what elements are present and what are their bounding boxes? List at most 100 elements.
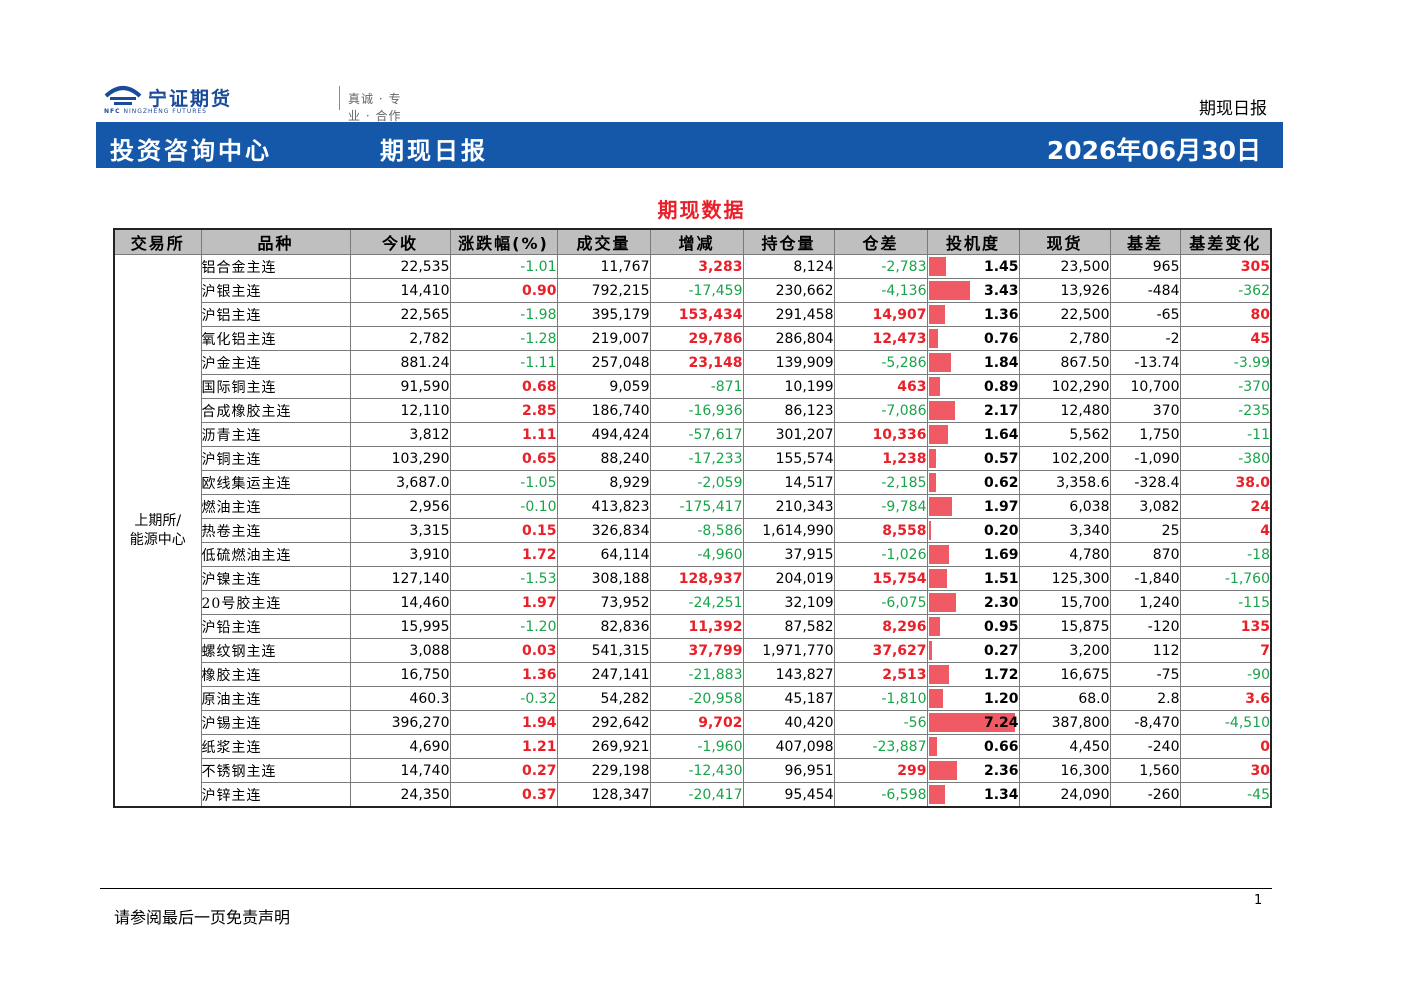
speculation-cell: 1.64 <box>926 422 1020 447</box>
close-cell: 24,350 <box>349 782 451 808</box>
table-row: 欧线集运主连 3,687.0 -1.05 8,929 -2,059 14,517 -2,18… <box>114 470 1272 495</box>
basis-change-cell: 38.0 <box>1179 470 1272 495</box>
column-header: 品种 <box>200 228 351 255</box>
spot-cell: 16,675 <box>1018 662 1111 687</box>
spot-cell: 5,562 <box>1018 422 1111 447</box>
open-interest-cell: 8,124 <box>742 254 835 279</box>
speculation-cell: 0.57 <box>926 446 1020 471</box>
speculation-value: 1.34 <box>983 786 1019 803</box>
close-cell: 127,140 <box>349 566 451 591</box>
volume-change-cell: -175,417 <box>649 494 744 519</box>
table-row: 橡胶主连 16,750 1.36 247,141 -21,883 143,827 2,513… <box>114 662 1272 687</box>
change-pct-cell: 1.97 <box>449 590 558 615</box>
logo-mark-text: NFC <box>104 108 121 115</box>
table-row: 螺纹钢主连 3,088 0.03 541,315 37,799 1,971,770 37,6… <box>114 638 1272 663</box>
spot-cell: 102,290 <box>1018 374 1111 399</box>
oi-change-cell: -7,086 <box>833 398 928 423</box>
volume-cell: 186,740 <box>556 398 651 423</box>
volume-cell: 88,240 <box>556 446 651 471</box>
exchange-cell: 上期所/ 能源中心 <box>113 254 202 808</box>
variety-cell: 原油主连 <box>200 686 351 711</box>
basis-cell: 370 <box>1109 398 1181 423</box>
speculation-bar <box>928 281 970 300</box>
speculation-cell: 0.62 <box>926 470 1020 495</box>
volume-cell: 73,952 <box>556 590 651 615</box>
speculation-value: 0.27 <box>983 642 1019 659</box>
change-pct-cell: -1.28 <box>449 326 558 351</box>
oi-change-cell: -5,286 <box>833 350 928 375</box>
volume-cell: 219,007 <box>556 326 651 351</box>
column-header: 今收 <box>349 228 451 255</box>
open-interest-cell: 95,454 <box>742 782 835 808</box>
basis-cell: 10,700 <box>1109 374 1181 399</box>
oi-change-cell: 463 <box>833 374 928 399</box>
speculation-value: 1.64 <box>983 426 1019 443</box>
oi-change-cell: -23,887 <box>833 734 928 759</box>
column-header: 交易所 <box>113 228 202 255</box>
speculation-value: 1.20 <box>983 690 1019 707</box>
speculation-bar <box>928 521 931 540</box>
table-body: 上期所/ 能源中心 铝合金主连 22,535 -1.01 11,767 3,283 8,12… <box>113 254 1272 808</box>
column-header: 增减 <box>649 228 744 255</box>
spot-cell: 22,500 <box>1018 302 1111 327</box>
speculation-cell: 0.27 <box>926 638 1020 663</box>
speculation-value: 1.97 <box>983 498 1019 515</box>
oi-change-cell: 1,238 <box>833 446 928 471</box>
open-interest-cell: 301,207 <box>742 422 835 447</box>
close-cell: 2,956 <box>349 494 451 519</box>
table-row: 不锈钢主连 14,740 0.27 229,198 -12,430 96,951 299 2.… <box>114 758 1272 783</box>
spot-cell: 3,358.6 <box>1018 470 1111 495</box>
oi-change-cell: -56 <box>833 710 928 735</box>
speculation-bar <box>928 305 945 324</box>
open-interest-cell: 40,420 <box>742 710 835 735</box>
spot-cell: 2,780 <box>1018 326 1111 351</box>
column-header: 成交量 <box>556 228 651 255</box>
logo-divider <box>339 86 340 110</box>
speculation-value: 2.30 <box>983 594 1019 611</box>
basis-cell: 2.8 <box>1109 686 1181 711</box>
volume-change-cell: 153,434 <box>649 302 744 327</box>
volume-change-cell: 9,702 <box>649 710 744 735</box>
basis-cell: 870 <box>1109 542 1181 567</box>
table-row: 沪铜主连 103,290 0.65 88,240 -17,233 155,574 1,238… <box>114 446 1272 471</box>
volume-change-cell: 128,937 <box>649 566 744 591</box>
variety-cell: 沪铅主连 <box>200 614 351 639</box>
spot-cell: 3,340 <box>1018 518 1111 543</box>
speculation-value: 2.36 <box>983 762 1019 779</box>
change-pct-cell: 1.21 <box>449 734 558 759</box>
spot-cell: 3,200 <box>1018 638 1111 663</box>
volume-change-cell: -57,617 <box>649 422 744 447</box>
volume-cell: 292,642 <box>556 710 651 735</box>
basis-change-cell: -380 <box>1179 446 1272 471</box>
variety-cell: 沪银主连 <box>200 278 351 303</box>
table-row: 沪镍主连 127,140 -1.53 308,188 128,937 204,019 15,… <box>114 566 1272 591</box>
oi-change-cell: 10,336 <box>833 422 928 447</box>
company-logo: 宁证期货 NFC NINGZHENG FUTURES 真诚 · 专业 · 合作 … <box>104 82 404 140</box>
volume-cell: 257,048 <box>556 350 651 375</box>
variety-cell: 铝合金主连 <box>200 254 351 279</box>
volume-change-cell: 11,392 <box>649 614 744 639</box>
table-row: 纸浆主连 4,690 1.21 269,921 -1,960 407,098 -23,887… <box>114 734 1272 759</box>
table-row: 氧化铝主连 2,782 -1.28 219,007 29,786 286,804 12,47… <box>114 326 1272 351</box>
basis-change-cell: 3.6 <box>1179 686 1272 711</box>
basis-change-cell: -3.99 <box>1179 350 1272 375</box>
open-interest-cell: 14,517 <box>742 470 835 495</box>
speculation-bar <box>928 785 945 804</box>
spot-cell: 4,780 <box>1018 542 1111 567</box>
speculation-value: 1.69 <box>983 546 1019 563</box>
column-header: 现货 <box>1018 228 1111 255</box>
banner-title: 期现日报 <box>380 137 488 165</box>
basis-change-cell: 45 <box>1179 326 1272 351</box>
basis-cell: 965 <box>1109 254 1181 279</box>
change-pct-cell: -0.10 <box>449 494 558 519</box>
speculation-value: 0.76 <box>983 330 1019 347</box>
variety-cell: 橡胶主连 <box>200 662 351 687</box>
speculation-cell: 1.97 <box>926 494 1020 519</box>
basis-cell: 112 <box>1109 638 1181 663</box>
speculation-cell: 1.34 <box>926 782 1020 808</box>
basis-cell: 25 <box>1109 518 1181 543</box>
open-interest-cell: 37,915 <box>742 542 835 567</box>
table-row: 国际铜主连 91,590 0.68 9,059 -871 10,199 463 0.89 102… <box>114 374 1272 399</box>
oi-change-cell: 8,558 <box>833 518 928 543</box>
volume-cell: 11,767 <box>556 254 651 279</box>
